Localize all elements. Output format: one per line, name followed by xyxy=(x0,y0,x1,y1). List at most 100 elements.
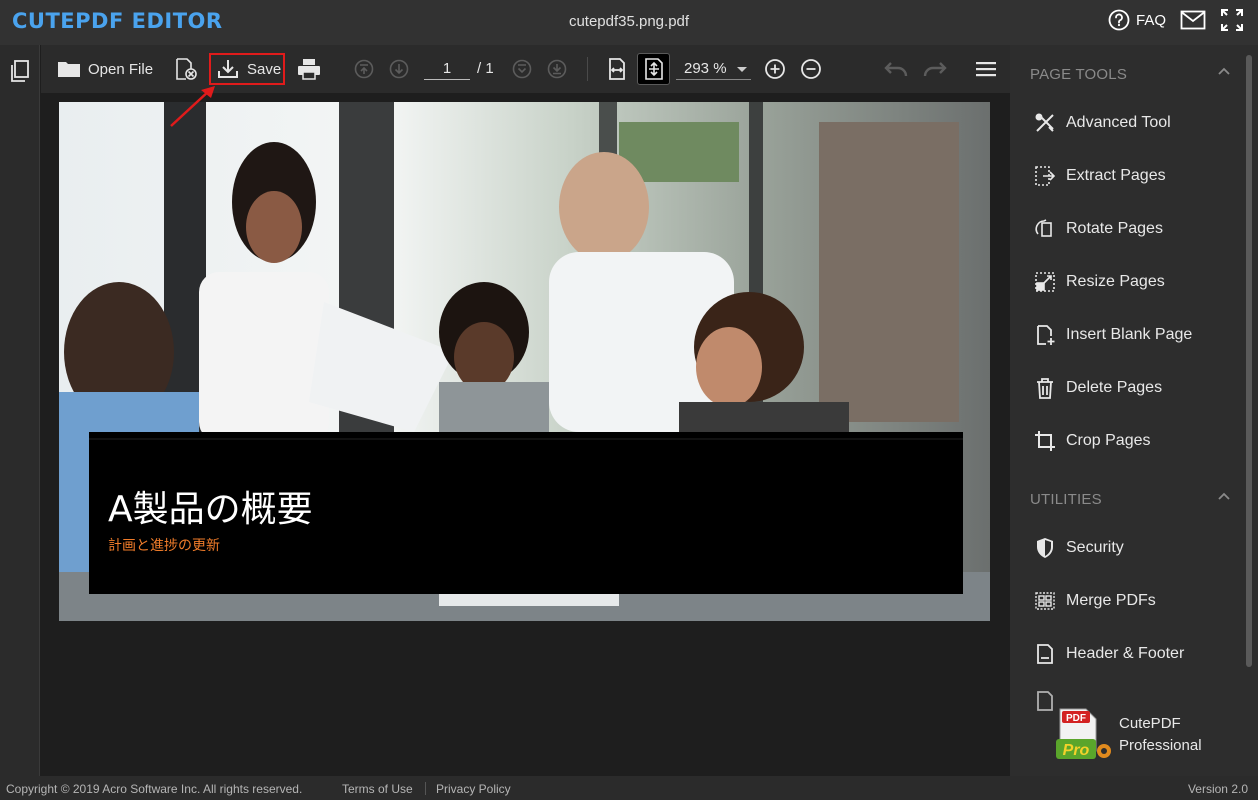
promo-line2: Professional xyxy=(1119,737,1202,754)
insert-blank-page-label: Insert Blank Page xyxy=(1066,326,1193,343)
page-number-input[interactable]: 1 xyxy=(424,58,470,80)
print-button[interactable] xyxy=(297,45,321,93)
header-footer-icon xyxy=(1034,643,1056,665)
first-page-icon xyxy=(354,59,374,79)
next-page-button[interactable] xyxy=(512,45,532,93)
fullscreen-icon[interactable] xyxy=(1220,8,1244,32)
merge-icon xyxy=(1034,590,1056,612)
insert-page-icon xyxy=(1034,324,1056,346)
title-bar-actions: FAQ xyxy=(1108,8,1244,32)
fit-page-control[interactable] xyxy=(644,45,664,93)
left-rail xyxy=(0,45,40,776)
zoom-out-button[interactable] xyxy=(800,45,822,93)
title-bar: CUTEPDF EDITOR cutepdf35.png.pdf FAQ xyxy=(0,0,1258,45)
zoom-in-icon xyxy=(764,58,786,80)
thumbnails-icon[interactable] xyxy=(9,59,31,83)
help-icon xyxy=(1108,9,1130,31)
redo-icon xyxy=(922,59,948,79)
document-viewer[interactable]: A製品の概要 計画と進捗の更新 xyxy=(41,93,1010,776)
zoom-value: 293 % xyxy=(684,60,727,77)
title-rule xyxy=(89,438,963,440)
last-page-button[interactable] xyxy=(547,45,567,93)
more-tool-item-partial[interactable] xyxy=(1034,690,1056,712)
page-tools-heading: PAGE TOOLS xyxy=(1030,66,1128,83)
utilities-heading: UTILITIES xyxy=(1030,491,1102,508)
crop-icon xyxy=(1034,430,1056,452)
folder-icon xyxy=(57,59,81,79)
close-file-icon xyxy=(174,57,198,81)
slide-title: A製品の概要 xyxy=(108,489,313,530)
resize-pages-item[interactable]: Resize Pages xyxy=(1034,271,1165,293)
next-page-icon xyxy=(512,59,532,79)
save-label: Save xyxy=(247,60,282,78)
promo-text: CutePDF Professional xyxy=(1119,713,1202,757)
merge-pdfs-item[interactable]: Merge PDFs xyxy=(1034,590,1156,612)
footer-divider xyxy=(425,782,426,795)
extract-pages-item[interactable]: Extract Pages xyxy=(1034,165,1166,187)
promo-line1: CutePDF xyxy=(1119,715,1181,732)
crop-pages-label: Crop Pages xyxy=(1066,432,1151,449)
terms-link[interactable]: Terms of Use xyxy=(342,782,413,796)
redo-button[interactable] xyxy=(922,45,948,93)
slide-title-box: A製品の概要 計画と進捗の更新 xyxy=(89,432,963,594)
shield-icon xyxy=(1034,537,1056,559)
extract-pages-label: Extract Pages xyxy=(1066,167,1166,184)
first-page-button[interactable] xyxy=(354,45,374,93)
mail-icon[interactable] xyxy=(1180,10,1206,30)
header-footer-item[interactable]: Header & Footer xyxy=(1034,643,1184,665)
toolbar-divider xyxy=(587,57,588,81)
fit-page-icon xyxy=(644,58,664,80)
page-total: / 1 xyxy=(477,60,494,77)
undo-button[interactable] xyxy=(883,45,909,93)
last-page-icon xyxy=(547,59,567,79)
fit-width-icon xyxy=(607,58,627,80)
zoom-in-button[interactable] xyxy=(764,45,786,93)
tools-panel: PAGE TOOLS Advanced Tool Extract Pages R… xyxy=(1010,45,1258,776)
print-icon xyxy=(297,58,321,80)
cutepdf-pro-logo: PDF Pro xyxy=(1056,708,1111,759)
open-file-button[interactable]: Open File xyxy=(57,45,153,93)
tools-icon xyxy=(1034,112,1056,134)
delete-pages-item[interactable]: Delete Pages xyxy=(1034,377,1162,399)
resize-pages-icon xyxy=(1034,271,1056,293)
advanced-tool-item[interactable]: Advanced Tool xyxy=(1034,112,1171,134)
crop-pages-item[interactable]: Crop Pages xyxy=(1034,430,1151,452)
menu-icon xyxy=(975,60,997,78)
prev-page-icon xyxy=(389,59,409,79)
document-icon xyxy=(1034,690,1056,712)
cutepdf-pro-promo[interactable]: PDF Pro CutePDF Professional xyxy=(1054,707,1254,767)
slide-subtitle: 計画と進捗の更新 xyxy=(108,537,220,553)
footer: Copyright © 2019 Acro Software Inc. All … xyxy=(0,776,1258,800)
rotate-pages-icon xyxy=(1034,218,1056,240)
chevron-up-icon[interactable] xyxy=(1218,492,1230,500)
delete-pages-label: Delete Pages xyxy=(1066,379,1163,396)
promo-badge-pro: Pro xyxy=(1063,742,1090,759)
annotation-arrow xyxy=(170,86,215,127)
pdf-page: A製品の概要 計画と進捗の更新 xyxy=(59,102,990,621)
app-window: CUTEPDF EDITOR cutepdf35.png.pdf FAQ Ope… xyxy=(0,0,1258,800)
zoom-select[interactable]: 293 % xyxy=(676,58,751,80)
security-item[interactable]: Security xyxy=(1034,537,1124,559)
faq-label: FAQ xyxy=(1135,11,1166,29)
fit-width-button[interactable] xyxy=(607,45,627,93)
app-logo: CUTEPDF EDITOR xyxy=(12,9,223,33)
trash-icon xyxy=(1034,377,1056,399)
privacy-link[interactable]: Privacy Policy xyxy=(436,782,511,796)
open-file-label: Open File xyxy=(88,60,154,78)
header-footer-label: Header & Footer xyxy=(1066,645,1185,662)
zoom-out-icon xyxy=(800,58,822,80)
undo-icon xyxy=(883,59,909,79)
version-text: Version 2.0 xyxy=(1187,782,1248,796)
security-label: Security xyxy=(1066,539,1124,556)
chevron-down-icon xyxy=(737,67,747,72)
panel-scroll-thumb[interactable] xyxy=(1246,55,1252,667)
merge-pdfs-label: Merge PDFs xyxy=(1066,592,1156,609)
insert-blank-page-item[interactable]: Insert Blank Page xyxy=(1034,324,1192,346)
faq-button[interactable]: FAQ xyxy=(1108,9,1166,31)
menu-button[interactable] xyxy=(975,45,997,93)
chevron-up-icon[interactable] xyxy=(1218,67,1230,75)
rotate-pages-item[interactable]: Rotate Pages xyxy=(1034,218,1163,240)
rotate-pages-label: Rotate Pages xyxy=(1066,220,1163,237)
advanced-tool-label: Advanced Tool xyxy=(1066,114,1171,131)
prev-page-button[interactable] xyxy=(389,45,409,93)
